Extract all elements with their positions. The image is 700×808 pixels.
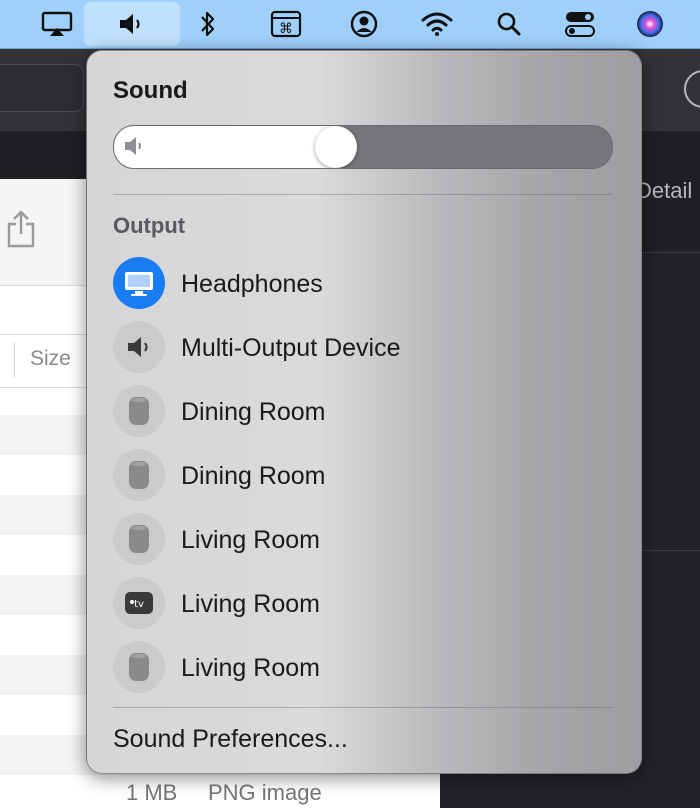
file-size-cell: 1 MB (126, 780, 178, 805)
search-icon[interactable] (494, 0, 524, 48)
sound-preferences-item[interactable]: Sound Preferences... (113, 725, 348, 754)
homepod-icon (113, 513, 165, 565)
output-device-item[interactable]: Living Room (113, 513, 613, 567)
share-icon[interactable] (6, 210, 36, 253)
volume-slider[interactable] (113, 125, 613, 169)
output-device-item[interactable]: Dining Room (113, 385, 613, 439)
output-section-label: Output (113, 213, 186, 238)
output-device-label: Living Room (181, 654, 320, 682)
output-device-item[interactable]: Dining Room (113, 449, 613, 503)
column-separator (14, 342, 15, 378)
popup-divider (113, 707, 613, 708)
wifi-icon[interactable] (418, 0, 456, 48)
background-search-field[interactable] (0, 64, 84, 112)
homepod-icon (113, 449, 165, 501)
homepod-icon (113, 641, 165, 693)
output-device-label: Dining Room (181, 462, 326, 490)
svg-text:⌘: ⌘ (279, 21, 293, 37)
output-device-item[interactable]: Headphones (113, 257, 613, 311)
output-device-label: Living Room (181, 526, 320, 554)
svg-text:tv: tv (134, 599, 144, 610)
volume-slider-knob[interactable] (315, 126, 357, 168)
user-account-icon[interactable] (348, 0, 380, 48)
bluetooth-icon[interactable] (194, 0, 222, 48)
output-device-label: Dining Room (181, 398, 326, 426)
homepod-icon (113, 385, 165, 437)
menu-bar: ⌘ (0, 0, 700, 49)
siri-icon[interactable] (634, 0, 666, 48)
output-device-item[interactable]: tv Living Room (113, 577, 613, 631)
output-device-item[interactable]: Multi-Output Device (113, 321, 613, 375)
detail-label: Detail (636, 178, 693, 203)
file-kind-cell: PNG image (208, 780, 322, 805)
size-column-header[interactable]: Size (30, 347, 71, 371)
popup-divider (113, 194, 613, 195)
sound-popup-title: Sound (113, 77, 188, 104)
output-device-item[interactable]: Living Room (113, 641, 613, 695)
airplay-icon[interactable] (38, 0, 76, 48)
keyboard-shortcut-icon[interactable]: ⌘ (268, 0, 304, 48)
volume-icon[interactable] (84, 2, 180, 46)
output-device-label: Multi-Output Device (181, 334, 401, 362)
apple-tv-icon: tv (113, 577, 165, 629)
output-device-label: Living Room (181, 590, 320, 618)
volume-low-icon (122, 135, 148, 162)
output-device-label: Headphones (181, 270, 323, 298)
control-center-icon[interactable] (562, 0, 598, 48)
speaker-icon (113, 321, 165, 373)
sound-popup: Sound Output Headphones Multi-Output Devi… (86, 50, 642, 774)
display-icon (113, 257, 165, 309)
